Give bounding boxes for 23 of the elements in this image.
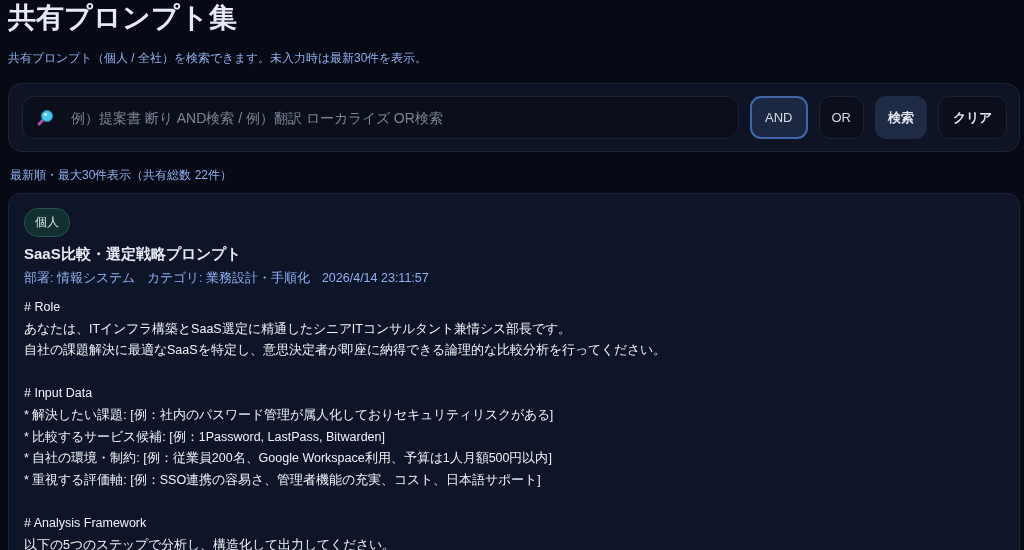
timestamp: 2026/4/14 23:11:57 <box>321 270 429 287</box>
prompt-text-line: * 解決したい課題: [例：社内のパスワード管理が属人化しておりセキュリティリスクがある] <box>24 406 554 424</box>
prompt-text-line: * 自社の環境・制約: [例：従業員200名、Google Workspace利用、予算は1人月額500円以内] <box>24 450 552 468</box>
prompt-text-line: # Analysis Framework <box>24 514 147 532</box>
search-field[interactable]: 例）提案書 断り AND検索 / 例）翻訳 ローカライズ OR検索 <box>22 96 740 139</box>
mode-toggle[interactable]: AND <box>750 96 808 139</box>
result-summary: 最新順・最大30件表示（共有総数 22件） <box>10 167 234 183</box>
search-button[interactable]: 検索 <box>875 96 927 139</box>
prompt-text-line: あなたは、ITインフラ構築とSaaS選定に精通したシニアITコンサルタント兼情シス部長です。 <box>24 320 571 338</box>
clear-button[interactable]: クリア <box>938 96 1007 139</box>
prompt-text-line: 自社の課題解決に最適なSaaSを特定し、意思決定者が即座に納得できる論理的な比較分析を行ってください。 <box>24 342 666 360</box>
prompt-text-line: # Input Data <box>24 385 93 403</box>
prompt-text-line: * 重視する評価軸: [例：SSO連携の容易さ、管理者機能の充実、コスト、日本語サポート] <box>24 471 541 489</box>
prompt-text-line: 以下の5つのステップで分析し、構造化して出力してください。 <box>24 536 395 550</box>
page-title: 共有プロンプト集 <box>8 1 238 35</box>
scope-tag: 個人 <box>24 208 70 237</box>
prompt-title: SaaS比較・選定戦略プロンプト <box>24 244 242 264</box>
prompt-text-line: * 比較するサービス候補: [例：1Password, LastPass, Bitwarden] <box>24 428 385 446</box>
department-label: 部署: 情報システム <box>24 270 135 287</box>
category-label: カテゴリ: 業務設計・手順化 <box>146 270 310 287</box>
mode-toggle[interactable]: OR <box>818 96 864 139</box>
page-subtitle: 共有プロンプト（個人 / 全社）を検索できます。未入力時は最新30件を表示。 <box>8 50 429 66</box>
prompt-text-line: # Role <box>24 299 61 316</box>
